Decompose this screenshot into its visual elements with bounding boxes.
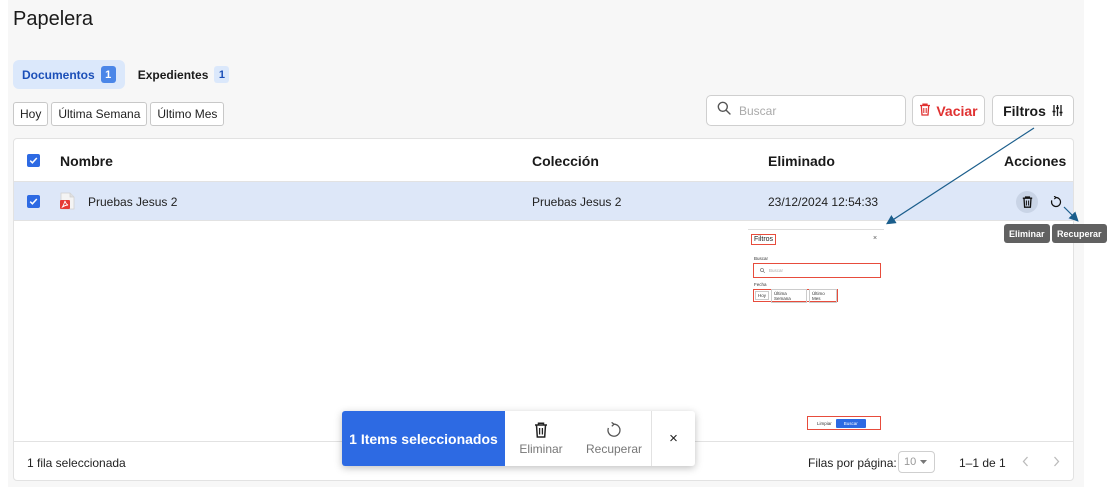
selection-action-bar: 1 Items seleccionados Eliminar Recuperar… <box>342 411 695 466</box>
preview-chip: Hoy <box>755 291 770 300</box>
close-selection-button[interactable]: × <box>652 411 695 466</box>
page-title: Papelera <box>13 8 94 30</box>
delete-tooltip: Eliminar <box>1004 224 1050 243</box>
bulk-recover-button[interactable]: Recuperar <box>577 411 651 466</box>
filtros-label: Filtros <box>1003 102 1046 119</box>
next-page-button[interactable] <box>1053 454 1060 470</box>
search-input[interactable] <box>739 103 889 118</box>
restore-icon <box>1050 196 1062 208</box>
table-header: Nombre Colección Eliminado Acciones <box>14 139 1073 182</box>
search-icon <box>760 268 765 273</box>
preview-search-button: Buscar <box>835 418 866 428</box>
recover-row-button[interactable] <box>1046 192 1066 212</box>
row-deleted-date: 23/12/2024 12:54:33 <box>768 195 879 209</box>
trash-icon <box>535 422 547 438</box>
tab-count-badge: 1 <box>214 66 230 83</box>
bulk-delete-label: Eliminar <box>519 441 563 456</box>
tab-label: Expedientes <box>137 67 209 82</box>
tab-documentos[interactable]: Documentos 1 <box>13 60 125 89</box>
preview-title: Filtros <box>751 234 777 245</box>
preview-search-field: Buscar <box>753 263 881 278</box>
chevron-left-icon <box>1022 456 1028 467</box>
column-header-eliminado[interactable]: Eliminado <box>768 153 835 169</box>
sliders-icon <box>1052 103 1063 119</box>
preview-search-label: Buscar <box>754 256 769 261</box>
preview-date-chips: Hoy Última Semana Último Mes <box>753 288 838 303</box>
preview-chip: Última Semana <box>771 288 808 303</box>
tab-expedientes[interactable]: Expedientes 1 <box>129 60 239 89</box>
chevron-down-icon <box>920 460 928 464</box>
column-header-nombre[interactable]: Nombre <box>60 153 113 169</box>
tab-bar: Documentos 1 Expedientes 1 <box>13 60 238 89</box>
preview-search-placeholder: Buscar <box>769 268 784 273</box>
tab-label: Documentos <box>22 67 95 82</box>
selection-count: 1 Items seleccionados <box>342 411 505 466</box>
check-icon <box>29 157 38 164</box>
filters-panel-preview: Filtros × Buscar Buscar Fecha Hoy Última… <box>748 229 884 434</box>
search-icon <box>717 101 731 120</box>
previous-page-button[interactable] <box>1022 454 1029 470</box>
bulk-recover-label: Recuperar <box>585 441 643 456</box>
preview-date-label: Fecha <box>754 282 767 287</box>
column-header-coleccion[interactable]: Colección <box>532 153 599 169</box>
chevron-right-icon <box>1054 456 1060 467</box>
select-all-checkbox[interactable] <box>27 154 40 167</box>
row-collection: Pruebas Jesus 2 <box>532 195 622 209</box>
preview-clear-button: Limpiar <box>817 420 832 426</box>
bulk-delete-button[interactable]: Eliminar <box>505 411 577 466</box>
recover-tooltip: Recuperar <box>1052 224 1107 243</box>
restore-icon <box>607 421 621 437</box>
column-header-acciones: Acciones <box>1004 153 1067 169</box>
date-filter-group: Hoy Última Semana Último Mes <box>13 102 225 126</box>
table-row[interactable]: Pruebas Jesus 2 Pruebas Jesus 2 23/12/20… <box>14 182 1073 221</box>
rows-per-page-label: Filas por página: <box>808 456 897 470</box>
delete-row-button[interactable] <box>1016 191 1038 213</box>
rows-per-page-select[interactable]: 10 <box>898 451 935 473</box>
vaciar-label: Vaciar <box>936 102 978 119</box>
tab-count-badge: 1 <box>100 66 116 83</box>
check-icon <box>29 198 38 205</box>
preview-chip: Último Mes <box>809 288 837 303</box>
selected-count-text: 1 fila seleccionada <box>27 456 126 470</box>
row-name[interactable]: Pruebas Jesus 2 <box>88 195 177 209</box>
rows-per-page-value: 10 <box>904 456 917 468</box>
pagination-range: 1–1 de 1 <box>959 456 1006 470</box>
vaciar-button[interactable]: Vaciar <box>912 95 985 126</box>
preview-footer-actions: Limpiar Buscar <box>807 416 881 430</box>
trash-icon <box>1022 196 1032 208</box>
row-checkbox[interactable] <box>27 195 40 208</box>
trash-icon <box>919 103 931 119</box>
search-box <box>706 95 906 126</box>
pdf-file-icon <box>60 192 75 215</box>
preview-close-icon: × <box>873 235 878 242</box>
filter-hoy-button[interactable]: Hoy <box>13 102 49 126</box>
filtros-button[interactable]: Filtros <box>992 95 1074 126</box>
filter-ultimo-mes-button[interactable]: Último Mes <box>150 102 225 126</box>
filter-ultima-semana-button[interactable]: Última Semana <box>51 102 148 126</box>
